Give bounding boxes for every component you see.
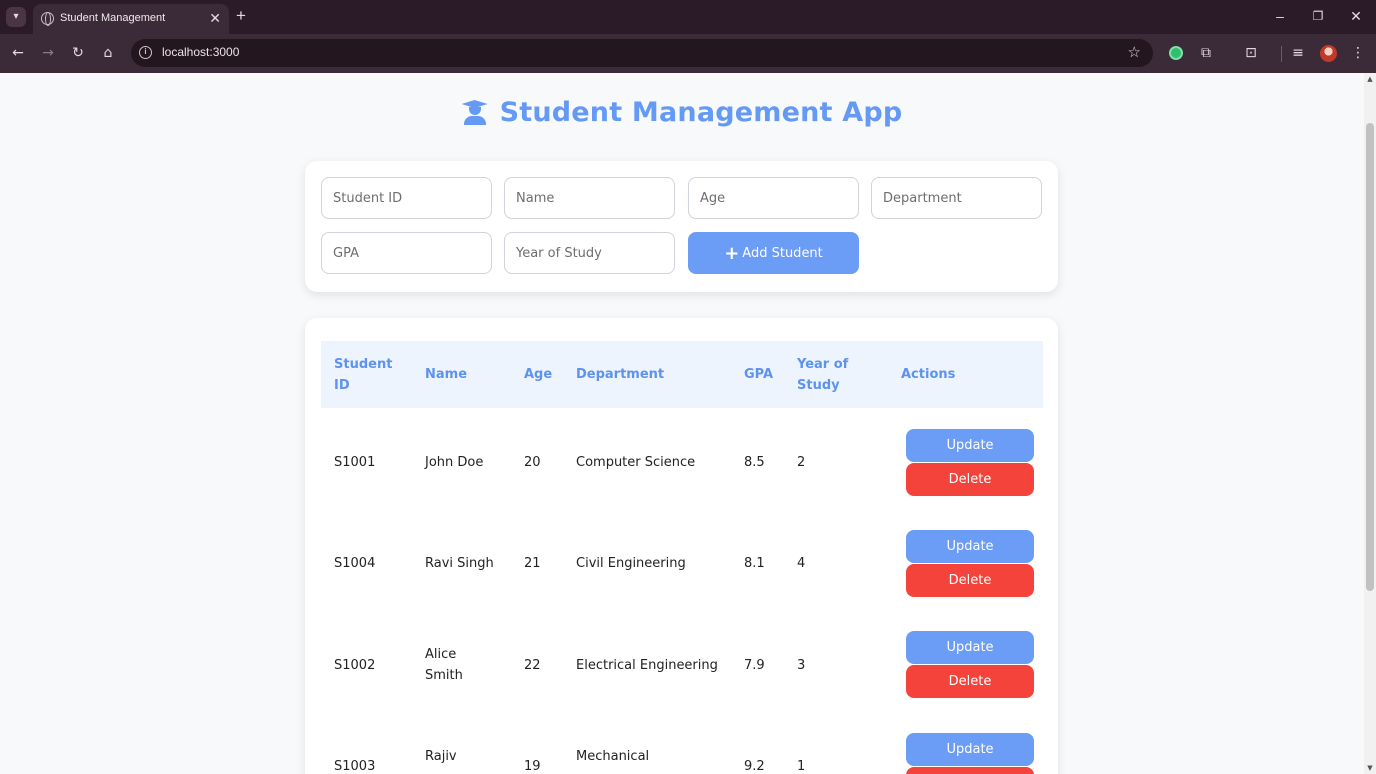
header-student-id: Student ID [334,357,393,393]
cell-student-id: S1004 [334,556,376,571]
tab-title: Student Management [60,12,166,24]
header-gpa: GPA [744,367,774,382]
close-window-icon[interactable]: ✕ [1346,6,1366,26]
new-tab-icon[interactable]: + [236,7,246,25]
profile-avatar[interactable] [1320,45,1337,62]
reload-icon[interactable]: ↻ [69,44,87,62]
screenshot-icon[interactable]: ⊡ [1242,44,1260,62]
update-button[interactable]: Update [906,733,1034,766]
browser-toolbar: ← → ↻ ⌂ i localhost:3000 ☆ ⧉ ⊡ ≡ ⋮ [0,34,1376,73]
header-age: Age [524,367,553,382]
page-scrollbar[interactable]: ▲ ▼ [1364,73,1376,774]
add-student-button[interactable]: + Add Student [688,232,859,274]
cell-department: Computer Science [576,455,696,470]
cell-age: 22 [524,658,541,673]
name-input[interactable] [504,177,675,219]
age-input[interactable] [688,177,859,219]
delete-button[interactable]: Delete [906,564,1034,597]
students-table-card: Student ID Name Age Department GPA Year … [305,318,1058,774]
address-bar[interactable]: i localhost:3000 ☆ [131,39,1153,67]
app-title-text: Student Management App [499,97,903,128]
header-year-of-study: Year of Study [797,357,849,393]
header-actions: Actions [901,367,956,382]
cell-name: Rajiv [425,749,457,764]
scroll-thumb[interactable] [1366,123,1374,591]
cell-name: Ravi Singh [425,556,494,571]
delete-button[interactable]: Delete [906,463,1034,496]
cell-gpa: 9.2 [744,759,765,774]
cell-gpa: 7.9 [744,658,765,673]
delete-button[interactable]: Delete [906,767,1034,774]
menu-kebab-icon[interactable]: ⋮ [1349,44,1367,62]
forward-icon[interactable]: → [39,44,57,62]
add-student-label: Add Student [742,245,823,261]
update-button[interactable]: Update [906,429,1034,462]
url-text[interactable]: localhost:3000 [162,45,239,59]
browser-tab-strip: ▾ Student Management ✕ + – ❐ ✕ [0,0,1376,34]
cell-gpa: 8.5 [744,455,765,470]
update-button[interactable]: Update [906,530,1034,563]
delete-button[interactable]: Delete [906,665,1034,698]
cell-student-id: S1002 [334,658,376,673]
gpa-input[interactable] [321,232,492,274]
header-name: Name [425,367,468,382]
plus-icon: + [724,242,740,264]
close-tab-icon[interactable]: ✕ [209,10,221,26]
cell-year: 4 [797,556,806,571]
table-header: Student ID Name Age Department GPA Year … [321,341,1043,408]
extension-icon[interactable] [1169,46,1183,60]
cell-year: 3 [797,658,806,673]
tab-search-icon[interactable]: ▾ [6,7,26,27]
scroll-down-arrow-icon[interactable]: ▼ [1366,764,1374,772]
cell-gpa: 8.1 [744,556,765,571]
site-info-icon[interactable]: i [139,46,152,59]
department-input[interactable] [871,177,1042,219]
cell-department: Civil Engineering [576,556,686,571]
minimize-icon[interactable]: – [1270,6,1290,26]
home-icon[interactable]: ⌂ [99,44,117,62]
cell-age: 19 [524,759,541,774]
cell-age: 20 [524,455,541,470]
restore-icon[interactable]: ❐ [1308,6,1328,26]
extensions-puzzle-icon[interactable]: ⧉ [1197,44,1215,62]
cell-department: Electrical Engineering [576,658,718,673]
update-button[interactable]: Update [906,631,1034,664]
graduation-cap-icon [461,98,488,125]
cell-department: Mechanical [576,749,650,764]
student-form-card: +Add Student [305,161,1058,292]
cell-name: Alice Smith [425,647,463,683]
cell-age: 21 [524,556,541,571]
page-title: Student Management App [0,97,1364,128]
scroll-up-arrow-icon[interactable]: ▲ [1366,75,1374,83]
cell-student-id: S1003 [334,759,376,774]
bookmark-star-icon[interactable]: ☆ [1128,43,1141,61]
cell-student-id: S1001 [334,455,376,470]
cell-name: John Doe [425,455,484,470]
year-of-study-input[interactable] [504,232,675,274]
cell-year: 1 [797,759,806,774]
back-icon[interactable]: ← [9,44,27,62]
media-control-icon[interactable]: ≡ [1289,44,1307,62]
globe-icon [41,12,54,26]
browser-tab[interactable]: Student Management ✕ [33,4,229,34]
cell-year: 2 [797,455,806,470]
student-id-input[interactable] [321,177,492,219]
toolbar-divider [1281,46,1282,62]
header-department: Department [576,367,665,382]
page-viewport: Student Management App +Add Student Stud… [0,73,1364,774]
